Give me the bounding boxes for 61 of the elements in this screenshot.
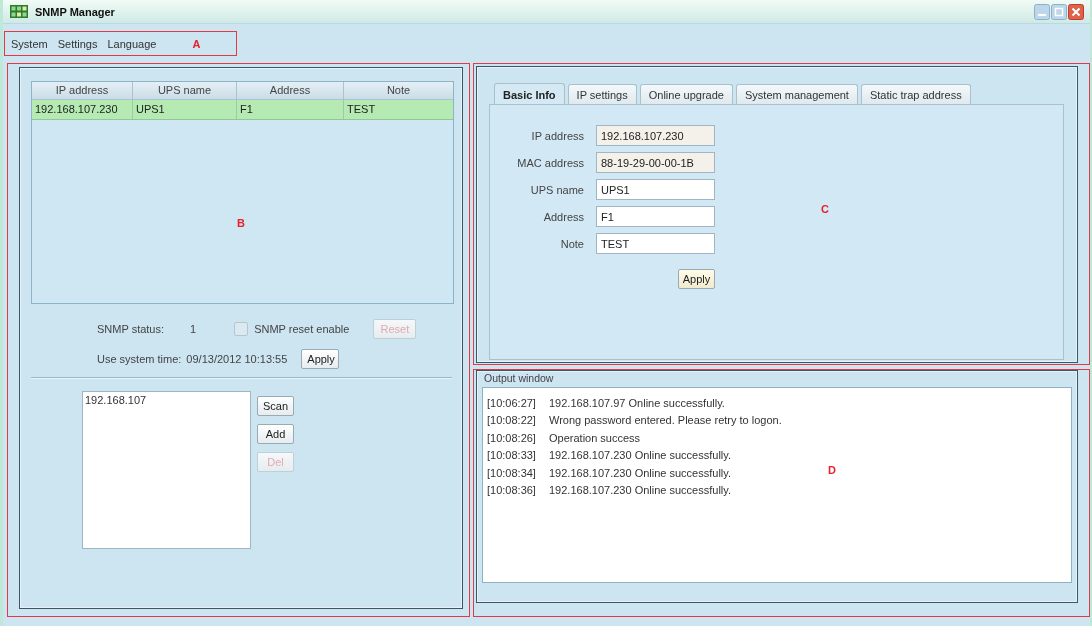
table-row[interactable]: 192.168.107.230 UPS1 F1 TEST [32,100,453,120]
status-value: 1 [190,323,197,335]
menu-item[interactable]: Language [107,37,157,50]
log-message: Operation success [549,431,641,444]
text-field[interactable]: TEST [596,233,715,254]
close-icon[interactable] [1068,3,1084,20]
list-button[interactable]: Scan [257,396,294,416]
tab[interactable]: IP settings [567,84,637,104]
apply-button[interactable]: Apply [678,269,715,289]
tab[interactable]: System management [736,84,858,104]
menu-item[interactable]: Settings [57,37,98,50]
column-header: IP address [32,82,133,100]
log-message: 192.168.107.230 Online successfully. [549,484,732,497]
tab[interactable]: Static trap address [860,84,971,104]
column-header: Address [237,82,344,100]
field-label: UPS name [529,183,584,196]
app-icon [10,5,28,18]
log-time: [10:06:27] [487,396,537,409]
tab[interactable]: Online upgrade [639,84,733,104]
panel-title: Output window [484,371,554,385]
checkbox[interactable] [234,322,249,336]
table-cell: 192.168.107.230 [32,100,133,119]
log-time: [10:08:34] [487,466,537,479]
log-time: [10:08:36] [487,484,537,497]
callout-label: A [192,37,201,50]
time-label: Use system time: [97,353,182,365]
list-button[interactable]: Add [257,424,294,444]
table-cell-text: TEST [346,102,377,117]
callout-label: B [237,217,245,229]
field-label: IP address [530,129,584,142]
table-cell: F1 [237,100,344,119]
text-field[interactable]: UPS1 [596,179,715,200]
minimize-icon[interactable] [1034,3,1050,20]
log-message: Wrong password entered. Please retry to logon. [549,414,782,427]
menu-item[interactable]: System [11,37,48,50]
field-label: Note [559,237,584,250]
column-header: UPS name [133,82,237,100]
maximize-icon[interactable] [1051,3,1067,20]
checkbox-label: SNMP reset enable [254,323,350,335]
time-value: 09/13/2012 10:13:55 [186,353,288,365]
window-title: SNMP Manager [35,5,115,18]
log-time: [10:08:26] [487,431,537,444]
callout-label: C [821,203,829,215]
list-item[interactable]: 192.168.107 [85,393,248,408]
table-cell: UPS1 [133,100,237,119]
tab[interactable]: Basic Info [494,83,565,105]
log-message: 192.168.107.230 Online successfully. [549,466,732,479]
apply-button[interactable]: Apply [301,349,340,369]
text-field[interactable]: 192.168.107.230 [596,125,715,146]
field-label: MAC address [516,156,584,169]
text-field[interactable]: F1 [596,206,715,227]
text-field[interactable]: 88-19-29-00-00-1B [596,152,715,173]
log-time: [10:08:22] [487,414,537,427]
log-message: 192.168.107.230 Online successfully. [549,449,732,462]
status-label: SNMP status: [97,323,165,335]
log-message: 192.168.107.97 Online successfully. [549,396,725,409]
column-header: Note [344,82,453,100]
address-list[interactable]: 192.168.107 [82,391,251,549]
log-time: [10:08:33] [487,449,537,462]
callout-label: D [828,464,836,476]
field-label: Address [542,210,584,223]
